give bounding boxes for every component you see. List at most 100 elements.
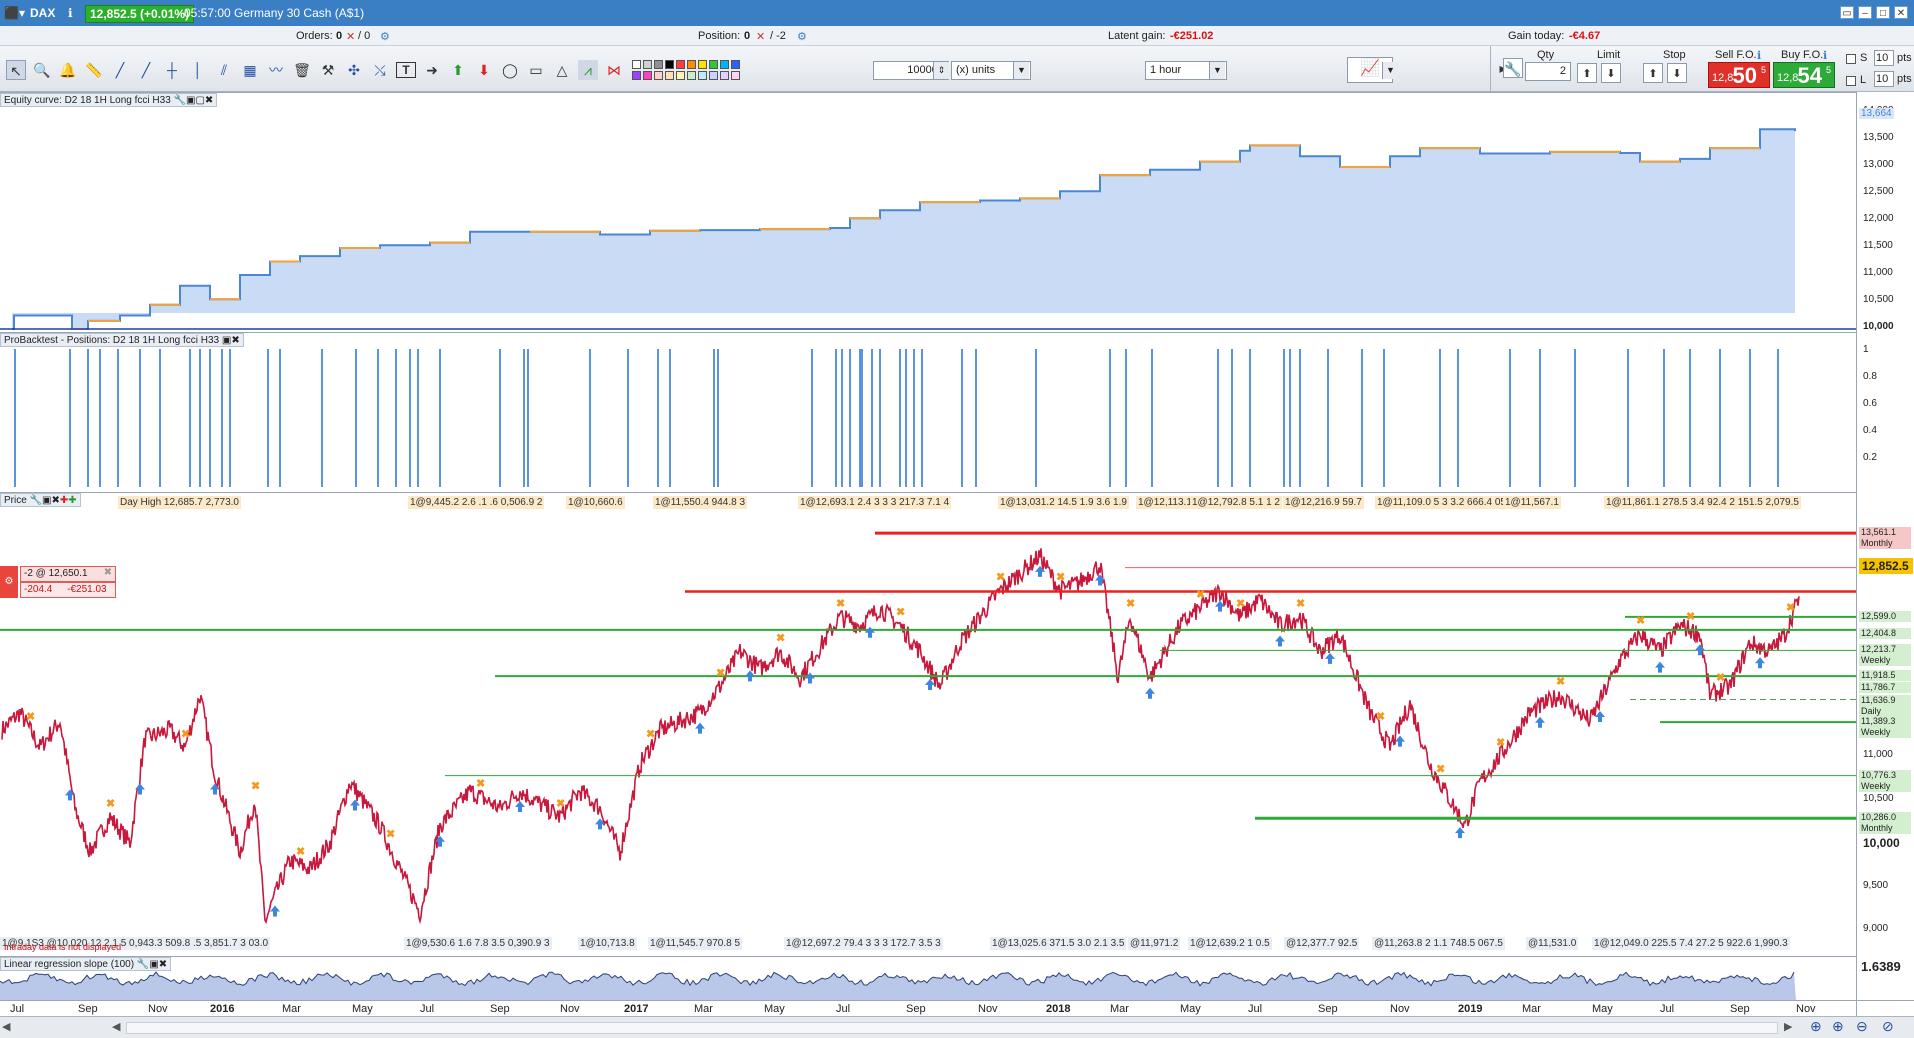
channel-icon[interactable]: ⫽ — [214, 60, 234, 80]
limit-pts-input[interactable]: 10 — [1874, 71, 1894, 87]
stop-sell-icon[interactable]: ⬇ — [1667, 63, 1687, 83]
close-position-icon[interactable]: ✖ — [104, 567, 112, 578]
color-swatch[interactable] — [720, 60, 729, 69]
window-icon[interactable]: ▣ — [149, 959, 158, 970]
stop-pts-input[interactable]: 10 — [1874, 50, 1894, 66]
scroll-left-icon[interactable]: ◀ — [112, 1020, 120, 1033]
info-icon[interactable]: ℹ — [1757, 49, 1761, 62]
wave-icon[interactable]: 〰 — [266, 60, 286, 80]
color-swatch[interactable] — [632, 60, 641, 69]
color-swatch[interactable] — [654, 60, 663, 69]
close-icon[interactable]: ✕ — [1894, 6, 1908, 19]
signal-icon[interactable]: ⋈ — [604, 60, 624, 80]
orders-cancel-icon[interactable]: ✕ — [346, 30, 355, 43]
indicator-icon[interactable]: ⩘ — [578, 60, 598, 80]
crosshair-icon[interactable]: ✣ — [344, 60, 364, 80]
close-icon[interactable]: ✖ — [51, 495, 59, 506]
zoom-fit-icon[interactable]: ⊕ — [1810, 1018, 1822, 1035]
magnet-icon[interactable]: ⚒ — [318, 60, 338, 80]
equity-curve-chart[interactable] — [0, 93, 1856, 333]
wrench-icon[interactable]: 🔧 — [174, 95, 186, 106]
color-swatch[interactable] — [643, 71, 652, 80]
text-icon[interactable]: T — [396, 62, 416, 78]
color-swatch[interactable] — [687, 71, 696, 80]
wrench-icon[interactable]: 🔧 — [30, 495, 42, 506]
chevron-down-icon[interactable]: ▼ — [1013, 62, 1029, 79]
chart-scrollbar[interactable]: ◀ ◀ ▶ ⊕ ⊕ ⊖ ⊘ — [0, 1016, 1914, 1038]
info-icon[interactable]: ℹ — [1823, 49, 1827, 62]
color-palette[interactable] — [632, 60, 784, 82]
stop-buy-icon[interactable]: ⬆ — [1643, 63, 1663, 83]
settings-icon[interactable]: ⚙ — [0, 566, 18, 598]
instrument-name[interactable]: DAX — [30, 6, 55, 20]
limit-buy-icon[interactable]: ⬆ — [1577, 63, 1597, 83]
zoom-out-icon[interactable]: ⊖ — [1856, 1018, 1868, 1035]
color-swatch[interactable] — [709, 71, 718, 80]
color-swatch[interactable] — [731, 60, 740, 69]
color-swatch[interactable] — [731, 71, 740, 80]
color-swatch[interactable] — [665, 60, 674, 69]
line-icon[interactable]: ╱ — [110, 60, 130, 80]
zoom-icon[interactable]: 🔍 — [32, 60, 52, 80]
chevron-down-icon[interactable]: ▼ — [1382, 62, 1398, 79]
color-swatch[interactable] — [698, 60, 707, 69]
sell-button[interactable]: 12,8 50 5 — [1708, 62, 1770, 88]
ellipse-icon[interactable]: ◯ — [500, 60, 520, 80]
horizontal-line-icon[interactable]: ┼ — [162, 60, 182, 80]
trash-icon[interactable]: 🗑 — [292, 60, 312, 80]
maximize-icon[interactable]: □ — [1876, 6, 1890, 19]
zoom-in-icon[interactable]: ⊕ — [1832, 1018, 1844, 1035]
triangle-icon[interactable]: △ — [552, 60, 572, 80]
app-menu-icon[interactable]: ⬛▾ — [4, 6, 25, 20]
chevron-down-icon[interactable]: ▼ — [1209, 62, 1225, 79]
close-icon[interactable]: ✖ — [231, 335, 239, 346]
position-close-icon[interactable]: ✕ — [756, 30, 765, 43]
minimize-icon[interactable]: – — [1858, 6, 1872, 19]
position-box[interactable]: ⚙ -2 @ 12,650.1 ✖ -204.4 -€251.03 — [0, 566, 118, 602]
wrench-icon[interactable]: 🔧 — [1503, 58, 1523, 78]
positions-chart[interactable] — [0, 333, 1856, 493]
rectangle-icon[interactable]: ▭ — [526, 60, 546, 80]
color-swatch[interactable] — [687, 60, 696, 69]
price-chart[interactable]: ✖ ✖ ✖ ✖ ✖ ✖ ✖ ✖ ✖ ✖ ✖ ✖ ✖ ✖ ✖ ✖ ✖ ✖ ✖ ✖ ✖ ✖ ✖ ✖ ✖ ✖ ✖ — [0, 493, 1856, 957]
window-icon[interactable]: ▣ — [222, 335, 231, 346]
arrow-up-icon[interactable]: ⬆ — [448, 60, 468, 80]
color-swatch[interactable] — [720, 71, 729, 80]
arrow-down-icon[interactable]: ⬇ — [474, 60, 494, 80]
fibonacci-icon[interactable]: ▦ — [240, 60, 260, 80]
ruler-icon[interactable]: 📏 — [84, 60, 104, 80]
vertical-line-icon[interactable]: │ — [188, 60, 208, 80]
color-swatch[interactable] — [632, 71, 641, 80]
units-spinner-icon[interactable]: ⇕ — [933, 62, 949, 79]
color-swatch[interactable] — [676, 60, 685, 69]
arrow-right-icon[interactable]: ➜ — [422, 60, 442, 80]
orders-settings-icon[interactable]: ⚙ — [380, 30, 390, 43]
scroll-right-icon[interactable]: ▶ — [1784, 1020, 1792, 1033]
scroll-left-icon[interactable]: ◀ — [2, 1020, 10, 1033]
zoom-reset-icon[interactable]: ⊘ — [1882, 1018, 1894, 1035]
maximize-icon[interactable]: ▢ — [195, 95, 204, 106]
scroll-track[interactable] — [126, 1022, 1778, 1034]
restore-icon[interactable]: ▭ — [1840, 6, 1854, 19]
close-icon[interactable]: ✖ — [159, 959, 167, 970]
stop-checkbox[interactable] — [1846, 54, 1856, 64]
color-swatch[interactable] — [665, 71, 674, 80]
color-swatch[interactable] — [698, 71, 707, 80]
color-swatch[interactable] — [709, 60, 718, 69]
add-icon[interactable]: ✚ — [60, 495, 68, 506]
info-icon[interactable]: ℹ — [68, 6, 73, 20]
buy-button[interactable]: 12,8 54 5 — [1773, 62, 1835, 88]
color-swatch[interactable] — [676, 71, 685, 80]
wrench-icon[interactable]: 🔧 — [137, 959, 149, 970]
limit-sell-icon[interactable]: ⬇ — [1601, 63, 1621, 83]
close-icon[interactable]: ✖ — [205, 95, 213, 106]
add-indicator-icon[interactable]: ✚ — [68, 495, 76, 506]
regression-slope-chart[interactable] — [0, 957, 1856, 1001]
color-swatch[interactable] — [643, 60, 652, 69]
trendline-icon[interactable]: ╱ — [136, 60, 156, 80]
pointer-icon[interactable]: ↖ — [6, 60, 26, 80]
qty-input[interactable]: 2 — [1525, 62, 1571, 81]
position-settings-icon[interactable]: ⚙ — [797, 30, 807, 43]
color-swatch[interactable] — [654, 71, 663, 80]
pitchfork-icon[interactable]: ⤯ — [370, 60, 390, 80]
